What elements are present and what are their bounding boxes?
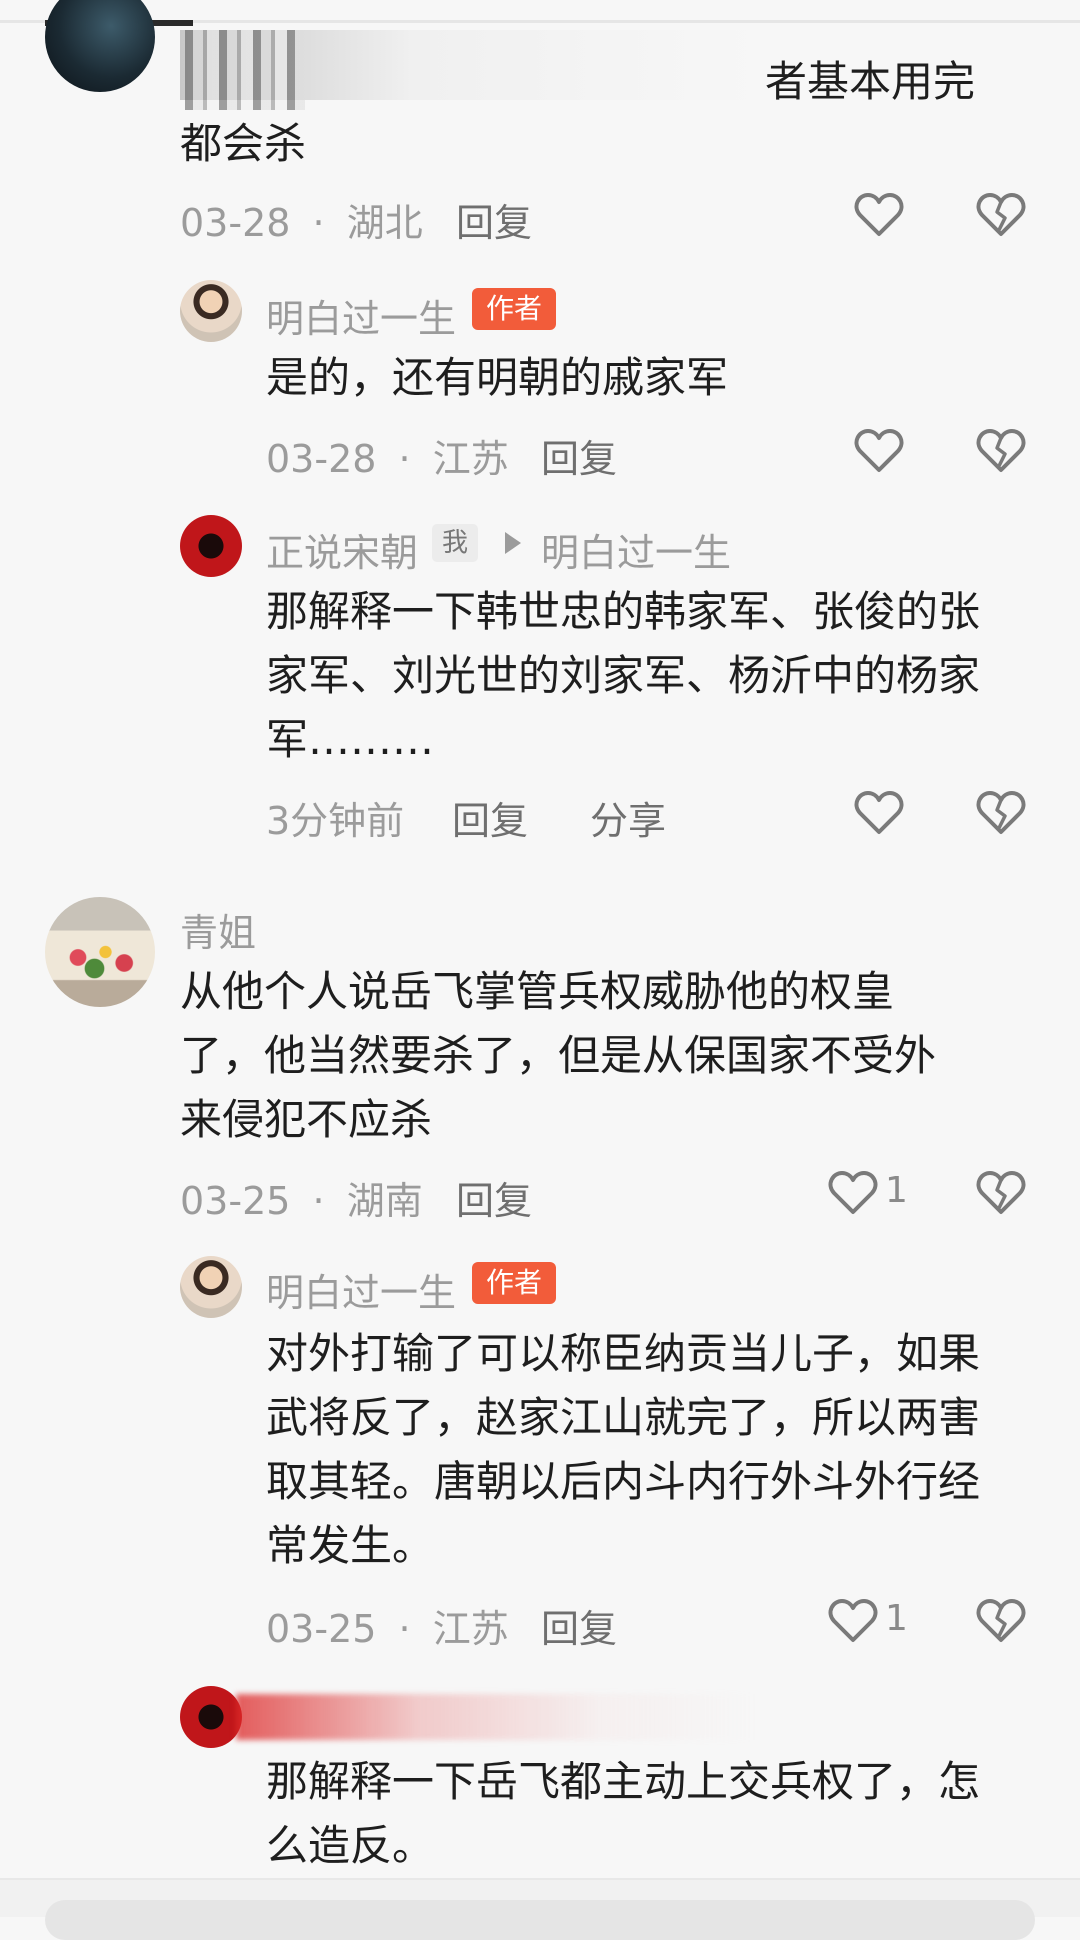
broken-heart-icon[interactable] xyxy=(976,790,1026,836)
heart-outline-icon[interactable] xyxy=(828,1170,878,1216)
comment-date: 03-28 xyxy=(180,201,291,245)
comment-meta: 03-25 · 湖南 xyxy=(180,1170,423,1225)
comment-text-line: 了，他当然要杀了，但是从保国家不受外 xyxy=(180,1031,937,1080)
comment-text-line: 对外打输了可以称臣纳贡当儿子，如果 xyxy=(266,1329,981,1378)
comment-input[interactable] xyxy=(45,1900,1035,1940)
heart-outline-icon[interactable] xyxy=(854,428,904,474)
user-name[interactable]: 明白过一生 xyxy=(266,1262,456,1317)
blurred-bars xyxy=(185,30,305,110)
comment-text-line: 来侵犯不应杀 xyxy=(180,1095,433,1144)
author-badge: 作者 xyxy=(472,1262,557,1304)
comment-text-line: 常发生。 xyxy=(266,1521,435,1570)
like-count: 1 xyxy=(885,1598,908,1639)
comment-text-line: 么造反。 xyxy=(266,1821,435,1870)
broken-heart-icon[interactable] xyxy=(976,1598,1026,1644)
user-name[interactable]: 明白过一生 xyxy=(266,288,456,343)
bottom-input-bar[interactable] xyxy=(0,1878,1080,1940)
comment-meta: 03-28 · 湖北 xyxy=(180,192,423,247)
comment-text-line: 那解释一下岳飞都主动上交兵权了，怎 xyxy=(266,1757,981,1806)
reply-to-name[interactable]: 明白过一生 xyxy=(541,522,731,577)
comment-text-line: 军……… xyxy=(266,715,435,764)
comment-text-line: 家军、刘光世的刘家军、杨沂中的杨家 xyxy=(266,651,981,700)
comment-date: 03-28 xyxy=(266,437,377,481)
comment-location: 江苏 xyxy=(432,437,509,481)
comment-date: 03-25 xyxy=(180,1179,291,1223)
heart-outline-icon[interactable] xyxy=(828,1598,878,1644)
meta-separator: · xyxy=(312,1179,325,1223)
comment-text-line: 那解释一下韩世忠的韩家军、张俊的张 xyxy=(266,587,981,636)
comment-meta: 03-28 · 江苏 xyxy=(266,428,509,483)
top-divider xyxy=(0,20,1080,26)
user-name[interactable]: 正说宋朝 xyxy=(266,522,418,577)
comment-text-line: 武将反了，赵家江山就完了，所以两害 xyxy=(266,1393,981,1442)
like-count: 1 xyxy=(885,1170,908,1211)
comment-text-partial: 者基本用完 xyxy=(765,57,976,106)
meta-separator: · xyxy=(398,1607,411,1651)
comment-text: 是的，还有明朝的戚家军 xyxy=(266,353,729,402)
comment-location: 江苏 xyxy=(432,1607,509,1651)
avatar[interactable] xyxy=(45,0,155,92)
avatar[interactable] xyxy=(180,515,242,577)
blurred-name xyxy=(236,1694,756,1740)
avatar[interactable] xyxy=(180,280,242,342)
author-badge: 作者 xyxy=(472,288,557,330)
heart-outline-icon[interactable] xyxy=(854,192,904,238)
avatar[interactable] xyxy=(45,897,155,1007)
meta-separator: · xyxy=(312,201,325,245)
comment-location: 湖北 xyxy=(346,201,423,245)
broken-heart-icon[interactable] xyxy=(976,1170,1026,1216)
comment-location: 湖南 xyxy=(346,1179,423,1223)
comment-meta: 03-25 · 江苏 xyxy=(266,1598,509,1653)
reply-button[interactable]: 回复 xyxy=(452,790,528,845)
broken-heart-icon[interactable] xyxy=(976,192,1026,238)
comment-text-line: 从他个人说岳飞掌管兵权威胁他的权皇 xyxy=(180,967,895,1016)
reply-button[interactable]: 回复 xyxy=(456,192,532,247)
reply-button[interactable]: 回复 xyxy=(541,1598,617,1653)
reply-button[interactable]: 回复 xyxy=(541,428,617,483)
avatar[interactable] xyxy=(180,1686,242,1748)
broken-heart-icon[interactable] xyxy=(976,428,1026,474)
me-tag: 我 xyxy=(432,524,479,562)
share-button[interactable]: 分享 xyxy=(590,790,666,845)
meta-separator: · xyxy=(398,437,411,481)
comment-text: 都会杀 xyxy=(180,119,307,168)
heart-outline-icon[interactable] xyxy=(854,790,904,836)
reply-button[interactable]: 回复 xyxy=(456,1170,532,1225)
play-triangle-icon xyxy=(505,532,521,554)
comment-text-line: 取其轻。唐朝以后内斗内行外斗外行经 xyxy=(266,1457,981,1506)
user-name[interactable]: 青姐 xyxy=(180,902,256,957)
comment-date: 03-25 xyxy=(266,1607,377,1651)
comment-time: 3分钟前 xyxy=(266,799,405,843)
avatar[interactable] xyxy=(180,1256,242,1318)
